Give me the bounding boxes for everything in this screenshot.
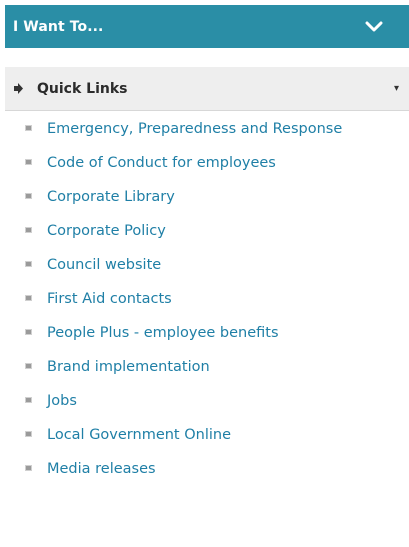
caret-down-icon[interactable]: ▾ <box>394 83 399 94</box>
list-item: Council website <box>0 254 409 276</box>
list-item: Local Government Online <box>0 424 409 446</box>
quick-link[interactable]: Corporate Library <box>47 189 175 205</box>
list-item: Emergency, Preparedness and Response <box>0 118 409 140</box>
quick-link[interactable]: Local Government Online <box>47 427 231 443</box>
square-bullet-icon <box>25 227 32 233</box>
list-item: Media releases <box>0 458 409 480</box>
list-item: People Plus - employee benefits <box>0 322 409 344</box>
square-bullet-icon <box>25 329 32 335</box>
list-item: Code of Conduct for employees <box>0 152 409 174</box>
quick-link[interactable]: Code of Conduct for employees <box>47 155 276 171</box>
list-item: First Aid contacts <box>0 288 409 310</box>
quick-links-section-header[interactable]: Quick Links ▾ <box>5 67 409 111</box>
i-want-to-header[interactable]: I Want To... <box>5 5 409 48</box>
quick-link[interactable]: Emergency, Preparedness and Response <box>47 121 342 137</box>
quick-link[interactable]: Brand implementation <box>47 359 210 375</box>
list-item: Jobs <box>0 390 409 412</box>
list-item: Corporate Library <box>0 186 409 208</box>
header-title: I Want To... <box>13 18 104 35</box>
arrow-bullet-icon <box>14 83 23 94</box>
quick-link[interactable]: Council website <box>47 257 161 273</box>
square-bullet-icon <box>25 193 32 199</box>
list-item: Brand implementation <box>0 356 409 378</box>
quick-link[interactable]: Media releases <box>47 461 156 477</box>
square-bullet-icon <box>25 363 32 369</box>
quick-links-list: Emergency, Preparedness and Response Cod… <box>0 118 409 492</box>
list-item: Corporate Policy <box>0 220 409 242</box>
square-bullet-icon <box>25 465 32 471</box>
quick-link[interactable]: Jobs <box>47 393 77 409</box>
square-bullet-icon <box>25 261 32 267</box>
square-bullet-icon <box>25 397 32 403</box>
quick-link[interactable]: People Plus - employee benefits <box>47 325 279 341</box>
chevron-down-icon[interactable] <box>365 21 383 33</box>
square-bullet-icon <box>25 431 32 437</box>
square-bullet-icon <box>25 159 32 165</box>
quick-link[interactable]: Corporate Policy <box>47 223 166 239</box>
square-bullet-icon <box>25 295 32 301</box>
quick-links-label: Quick Links <box>37 80 128 97</box>
quick-link[interactable]: First Aid contacts <box>47 291 172 307</box>
square-bullet-icon <box>25 125 32 131</box>
